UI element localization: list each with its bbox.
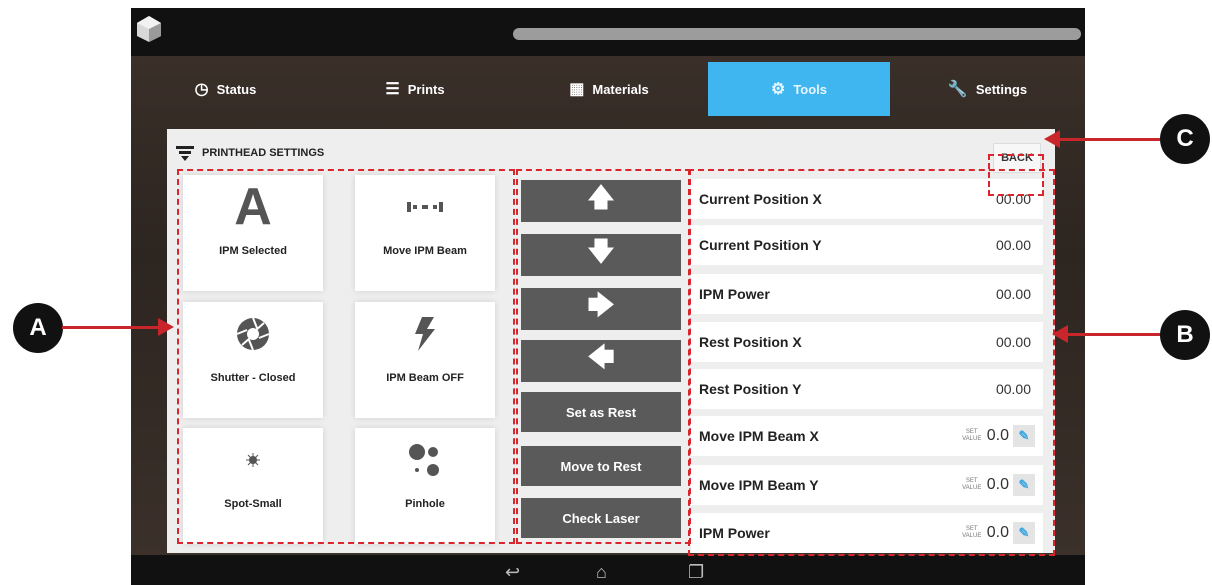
tab-settings[interactable]: 🔧 Settings (890, 62, 1085, 116)
tab-status-label: Status (216, 81, 257, 97)
gear-icon: ⚙ (770, 81, 786, 98)
panel-header: PRINTHEAD SETTINGS (176, 142, 324, 164)
tab-tools-label: Tools (793, 81, 828, 97)
recents-nav-icon[interactable]: ❐ (688, 562, 704, 583)
callout-a: A (13, 303, 63, 353)
list-icon: ☰ (385, 81, 400, 98)
tab-materials[interactable]: ▦ Materials (510, 62, 708, 116)
page-title: PRINTHEAD SETTINGS (202, 147, 325, 159)
back-nav-icon[interactable]: ↩ (505, 562, 520, 583)
callout-c-arrowhead (1044, 130, 1060, 148)
tab-settings-label: Settings (975, 81, 1028, 97)
callout-a-arrowhead (158, 318, 174, 336)
tab-tools[interactable]: ⚙ Tools (708, 62, 890, 116)
callout-a-arrow (62, 326, 162, 329)
callout-c: C (1160, 114, 1210, 164)
callout-b-arrow (1064, 333, 1160, 336)
checkered-icon: ▦ (569, 81, 585, 98)
region-a-box (177, 169, 515, 544)
region-b-box (688, 169, 1055, 556)
clock-icon: ◷ (194, 81, 209, 98)
callout-b: B (1160, 310, 1210, 360)
filter-icon (176, 146, 194, 161)
tab-prints-label: Prints (407, 81, 445, 97)
tab-prints[interactable]: ☰ Prints (320, 62, 510, 116)
home-nav-icon[interactable]: ⌂ (596, 562, 607, 583)
callout-c-arrow (1058, 138, 1160, 141)
app-logo-icon (137, 16, 161, 42)
title-bar-placeholder (513, 28, 1081, 40)
callout-b-arrowhead (1052, 325, 1068, 343)
region-a-buttons-box (516, 169, 691, 544)
tab-status[interactable]: ◷ Status (131, 62, 320, 116)
wrench-icon: 🔧 (947, 81, 968, 98)
tab-materials-label: Materials (592, 81, 649, 97)
region-c-box (988, 154, 1044, 196)
